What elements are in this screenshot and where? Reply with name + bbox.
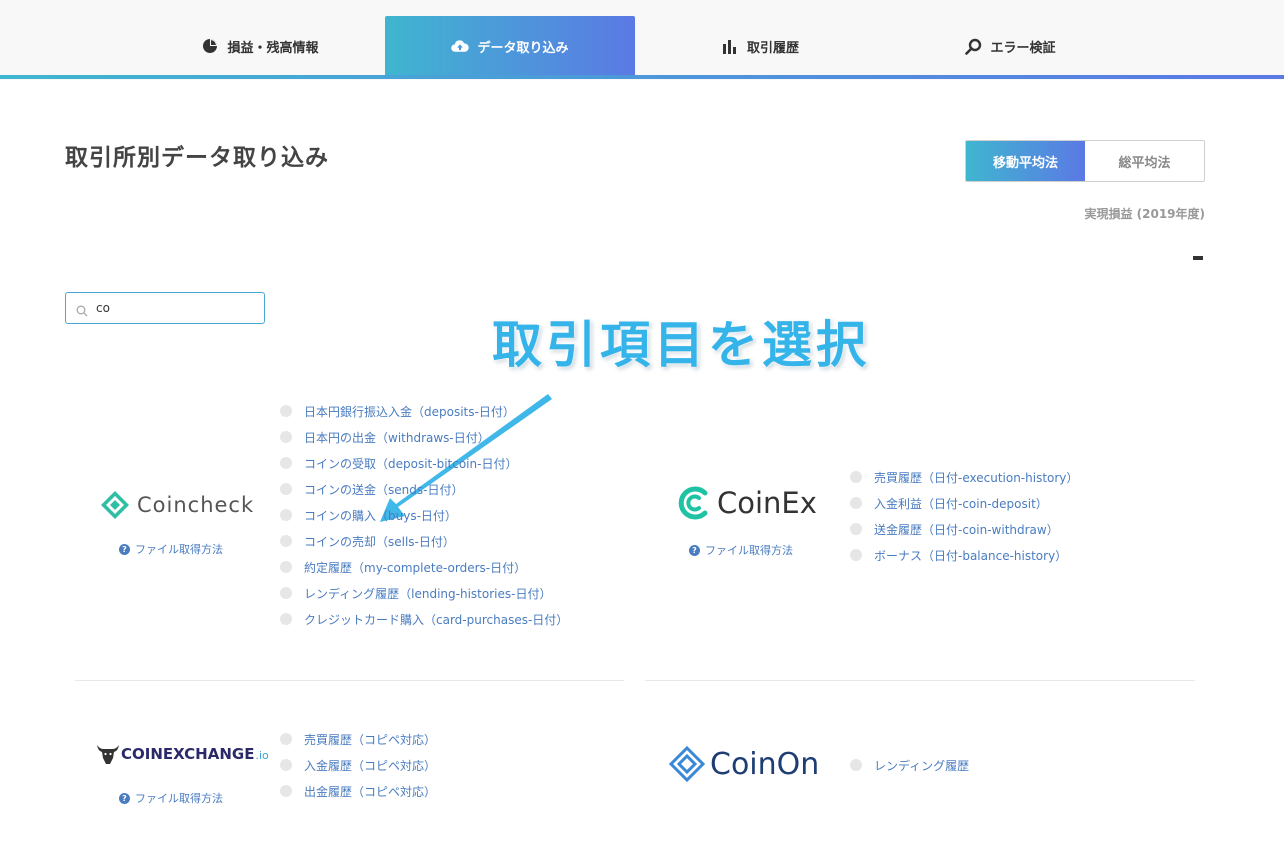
coinex-name: CoinEx	[717, 486, 817, 520]
radio-dot	[850, 497, 862, 509]
list-item[interactable]: レンディング履歴（lending-histories-日付）	[280, 580, 568, 606]
list-item[interactable]: 売買履歴（コピペ対応）	[280, 726, 436, 752]
top-nav: 損益・残高情報 データ取り込み 取引履歴 エラー検証	[0, 0, 1284, 80]
coinon-name: CoinOn	[710, 746, 820, 782]
coinexchange-name: COINEXCHANGE	[121, 745, 255, 763]
tab-label: 取引履歴	[746, 40, 799, 56]
list-item[interactable]: コインの受取（deposit-bitcoin-日付）	[280, 450, 568, 476]
radio-dot	[280, 613, 292, 625]
coinex-items: 売買履歴（日付-execution-history） 入金利益（日付-coin-…	[850, 464, 1078, 568]
coincheck-logo-icon	[101, 491, 129, 519]
list-item[interactable]: ボーナス（日付-balance-history）	[850, 542, 1078, 568]
radio-dot	[850, 471, 862, 483]
coinexchange-logo: COINEXCHANGE .io	[96, 742, 269, 766]
radio-dot	[850, 549, 862, 561]
list-item[interactable]: 入金履歴（コピペ対応）	[280, 752, 436, 778]
realized-profit-value	[1193, 256, 1203, 260]
tab-profit-balance[interactable]: 損益・残高情報	[135, 16, 385, 76]
tab-trade-history[interactable]: 取引履歴	[635, 16, 885, 76]
search-input[interactable]	[96, 301, 256, 315]
radio-dot	[280, 509, 292, 521]
radio-dot	[850, 523, 862, 535]
search-icon	[76, 302, 88, 317]
list-item[interactable]: 売買履歴（日付-execution-history）	[850, 464, 1078, 490]
coincheck-name: Coincheck	[137, 493, 255, 517]
method-toggle: 移動平均法 総平均法	[965, 140, 1205, 182]
tab-label: 損益・残高情報	[227, 40, 319, 56]
list-item[interactable]: コインの購入（buys-日付）	[280, 502, 568, 528]
help-label: ファイル取得方法	[135, 543, 223, 556]
coincheck-help-link[interactable]: ? ファイル取得方法	[119, 541, 223, 557]
list-item[interactable]: コインの売却（sells-日付）	[280, 528, 568, 554]
radio-dot	[280, 733, 292, 745]
coinon-logo: CoinOn	[669, 746, 819, 782]
radio-dot	[280, 535, 292, 547]
coinon-items: レンディング履歴	[850, 752, 969, 778]
total-average-button[interactable]: 総平均法	[1085, 141, 1204, 181]
cloud-upload-icon	[451, 37, 470, 55]
radio-dot	[280, 587, 292, 599]
radio-dot	[850, 759, 862, 771]
list-item[interactable]: 送金履歴（日付-coin-withdraw）	[850, 516, 1078, 542]
list-item[interactable]: コインの送金（sends-日付）	[280, 476, 568, 502]
help-icon: ?	[119, 792, 130, 804]
coincheck-logo: Coincheck	[100, 490, 254, 520]
moving-average-button[interactable]: 移動平均法	[966, 141, 1085, 181]
coinex-help-link[interactable]: ? ファイル取得方法	[689, 542, 793, 558]
list-item[interactable]: 日本円の出金（withdraws-日付）	[280, 424, 568, 450]
list-item[interactable]: レンディング履歴	[850, 752, 969, 778]
search-icon	[964, 37, 982, 55]
section-divider	[645, 680, 1195, 681]
help-icon: ?	[119, 543, 130, 555]
list-item[interactable]: 約定履歴（my-complete-orders-日付）	[280, 554, 568, 580]
pie-chart-icon	[201, 37, 219, 55]
tab-data-import[interactable]: データ取り込み	[385, 16, 635, 76]
coinexchange-help-link[interactable]: ? ファイル取得方法	[119, 790, 223, 806]
coinex-logo-icon	[678, 486, 708, 520]
radio-dot	[280, 785, 292, 797]
radio-dot	[280, 457, 292, 469]
bar-chart-icon	[721, 37, 739, 55]
realized-profit-label: 実現損益 (2019年度)	[1084, 207, 1205, 221]
radio-dot	[280, 483, 292, 495]
coinex-logo: CoinEx	[675, 484, 817, 522]
nav-accent-bar	[0, 75, 1284, 79]
coinexchange-items: 売買履歴（コピペ対応） 入金履歴（コピペ対応） 出金履歴（コピペ対応）	[280, 726, 436, 804]
list-item[interactable]: クレジットカード購入（card-purchases-日付）	[280, 606, 568, 632]
radio-dot	[280, 759, 292, 771]
bull-icon	[97, 745, 119, 764]
annotation-arrow	[380, 394, 552, 522]
section-divider	[75, 680, 624, 681]
coincheck-items: 日本円銀行振込入金（deposits-日付） 日本円の出金（withdraws-…	[280, 398, 568, 632]
list-item[interactable]: 出金履歴（コピペ対応）	[280, 778, 436, 804]
radio-dot	[280, 431, 292, 443]
annotation-text: 取引項目を選択	[492, 316, 870, 374]
help-label: ファイル取得方法	[135, 792, 223, 805]
list-item[interactable]: 日本円銀行振込入金（deposits-日付）	[280, 398, 568, 424]
coinexchange-suffix: .io	[255, 749, 269, 762]
tab-error-check[interactable]: エラー検証	[885, 16, 1135, 76]
tab-label: データ取り込み	[477, 40, 569, 56]
exchange-search[interactable]	[65, 292, 265, 324]
tab-label: エラー検証	[990, 40, 1056, 56]
list-item[interactable]: 入金利益（日付-coin-deposit）	[850, 490, 1078, 516]
radio-dot	[280, 405, 292, 417]
coinon-logo-icon	[669, 746, 705, 782]
radio-dot	[280, 561, 292, 573]
help-label: ファイル取得方法	[705, 544, 793, 557]
page-title: 取引所別データ取り込み	[65, 145, 329, 171]
help-icon: ?	[689, 544, 700, 556]
